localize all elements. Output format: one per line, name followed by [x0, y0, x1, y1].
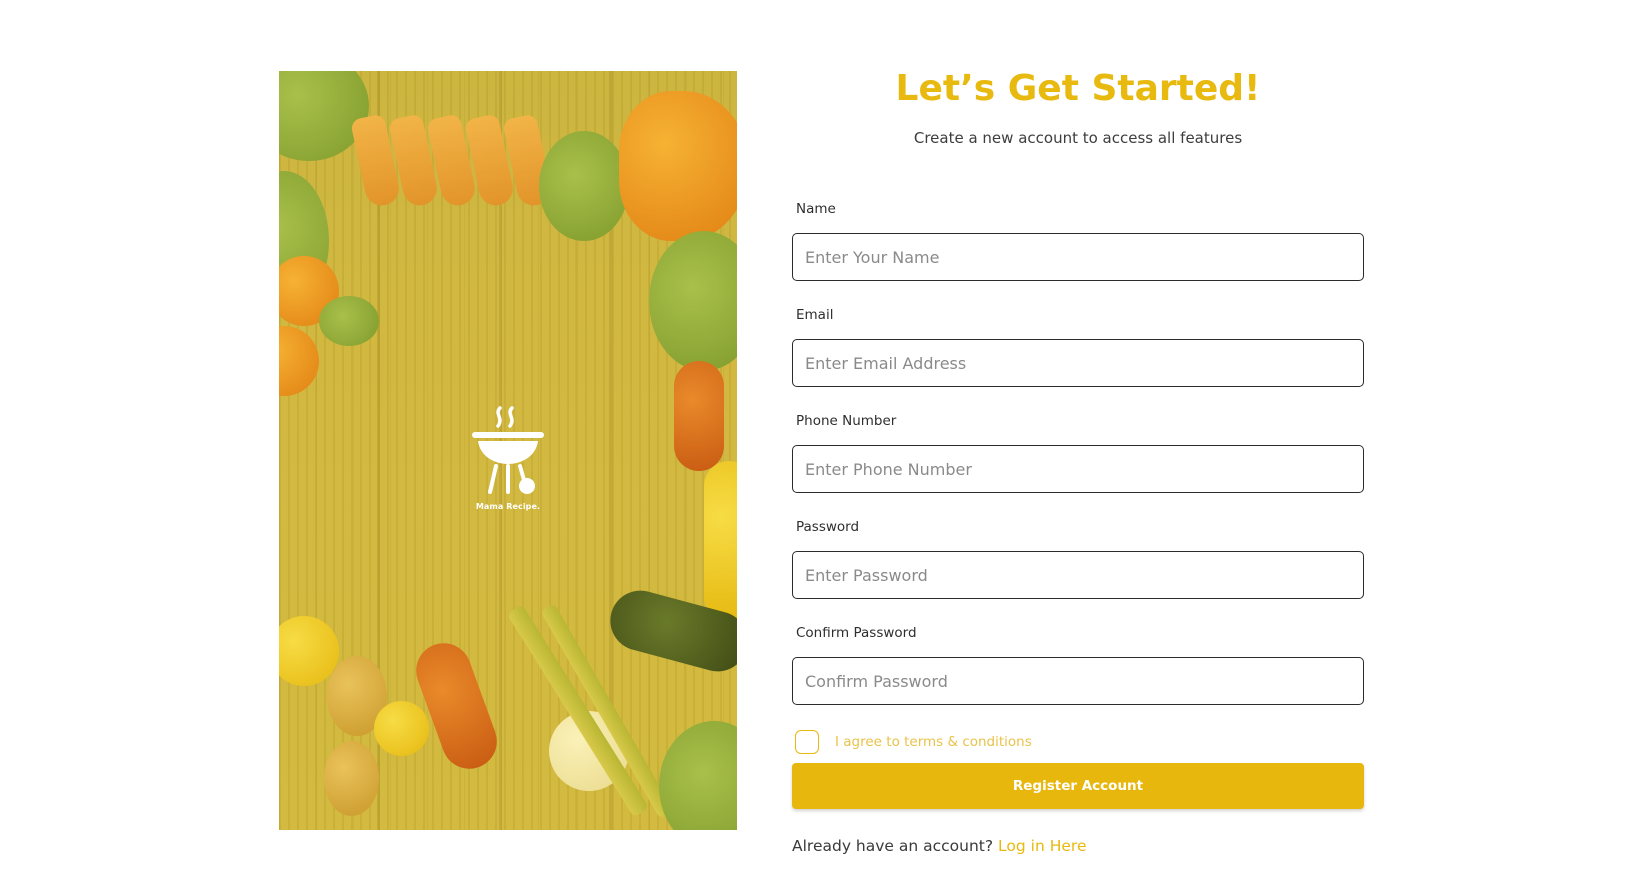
email-label: Email [796, 307, 834, 323]
chicken-leg [619, 91, 737, 241]
herb-sprig [319, 296, 379, 346]
phone-number-input[interactable] [792, 445, 1364, 493]
wooden-spoon [324, 741, 379, 816]
page-title: Let’s Get Started! [895, 68, 1261, 109]
password-label: Password [796, 519, 860, 535]
confirm-password-label: Confirm Password [796, 625, 917, 641]
email-input[interactable] [792, 339, 1364, 387]
login-prompt-text: Already have an account? [792, 837, 994, 855]
terms-checkbox[interactable] [795, 730, 819, 754]
corn-cob [704, 461, 737, 621]
page-subtitle: Create a new account to access all featu… [913, 129, 1243, 147]
brand-name: Mama Recipe. [475, 502, 541, 511]
confirm-password-input[interactable] [792, 657, 1364, 705]
brand-logo: Mama Recipe. [470, 404, 546, 514]
phone-number-label: Phone Number [796, 413, 897, 429]
grill-icon [472, 406, 544, 494]
name-label: Name [796, 201, 836, 217]
login-prompt: Already have an account? Log in Here [792, 837, 1086, 855]
name-input[interactable] [792, 233, 1364, 281]
lemon [374, 701, 429, 756]
terms-row: I agree to terms & conditions [795, 730, 1032, 754]
kale-leaf [539, 131, 629, 241]
crayfish [674, 361, 724, 471]
register-account-button[interactable]: Register Account [792, 763, 1364, 809]
registration-form: Let’s Get Started! Create a new account … [792, 0, 1364, 878]
password-input[interactable] [792, 551, 1364, 599]
login-link[interactable]: Log in Here [998, 837, 1086, 855]
terms-label[interactable]: I agree to terms & conditions [835, 734, 1032, 750]
